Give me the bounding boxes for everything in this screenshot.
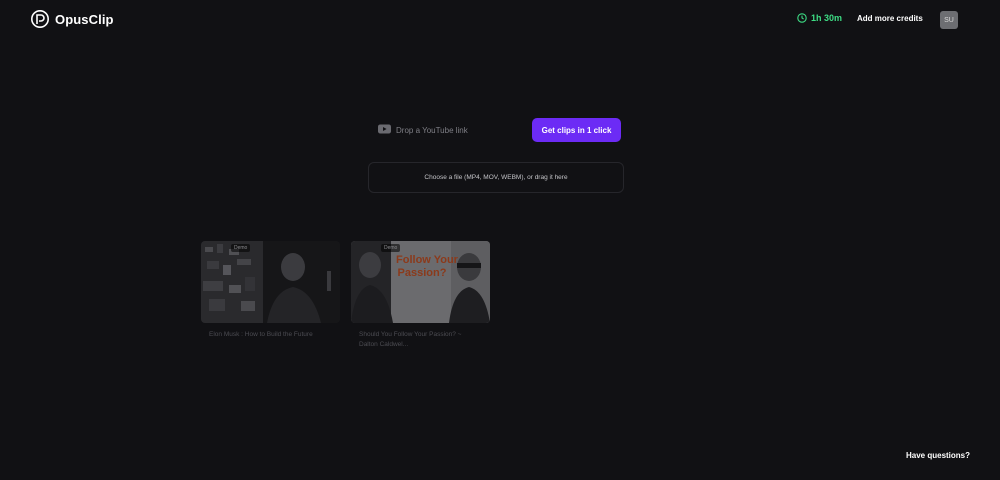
video-thumbnail-image: Follow Your Passion? bbox=[351, 241, 490, 323]
youtube-icon bbox=[378, 124, 391, 134]
file-dropzone[interactable]: Choose a file (MP4, MOV, WEBM), or drag … bbox=[368, 162, 624, 193]
demo-badge: Demo bbox=[231, 244, 251, 252]
credits-remaining: 1h 30m bbox=[797, 13, 842, 23]
have-questions-button[interactable]: Have questions? bbox=[906, 451, 970, 460]
demo-thumbnail[interactable]: Demo bbox=[201, 241, 340, 323]
avatar[interactable]: SU bbox=[940, 11, 958, 29]
demo-card-follow-passion[interactable]: Follow Your Passion? Demo Should You Fol… bbox=[351, 241, 490, 350]
thumb-text-line-1: Follow Your bbox=[396, 254, 459, 266]
demo-thumbnail[interactable]: Follow Your Passion? Demo bbox=[351, 241, 490, 323]
video-thumbnail-image bbox=[201, 241, 340, 323]
dropzone-text: Choose a file (MP4, MOV, WEBM), or drag … bbox=[424, 174, 568, 181]
thumb-text-line-2: Passion? bbox=[398, 267, 447, 279]
brand-name: OpusClip bbox=[55, 11, 114, 27]
demo-card-title: Should You Follow Your Passion? ~ Dalton… bbox=[359, 331, 462, 348]
youtube-link-row: Get clips in 1 click bbox=[368, 118, 624, 142]
demo-card-title: Elon Musk : How to Build the Future bbox=[209, 331, 313, 338]
clock-icon bbox=[797, 13, 807, 23]
youtube-link-input[interactable] bbox=[396, 122, 526, 138]
demo-card-elon-musk[interactable]: Demo Elon Musk : How to Build the Future bbox=[201, 241, 340, 340]
add-more-credits-link[interactable]: Add more credits bbox=[857, 14, 923, 23]
brand-logo[interactable]: OpusClip bbox=[31, 10, 114, 28]
top-bar: OpusClip 1h 30m Add more credits SU bbox=[0, 0, 1000, 40]
opusclip-logo-icon bbox=[31, 10, 49, 28]
get-clips-button[interactable]: Get clips in 1 click bbox=[532, 118, 621, 142]
demo-badge: Demo bbox=[381, 244, 401, 252]
credits-time-value: 1h 30m bbox=[811, 13, 843, 23]
